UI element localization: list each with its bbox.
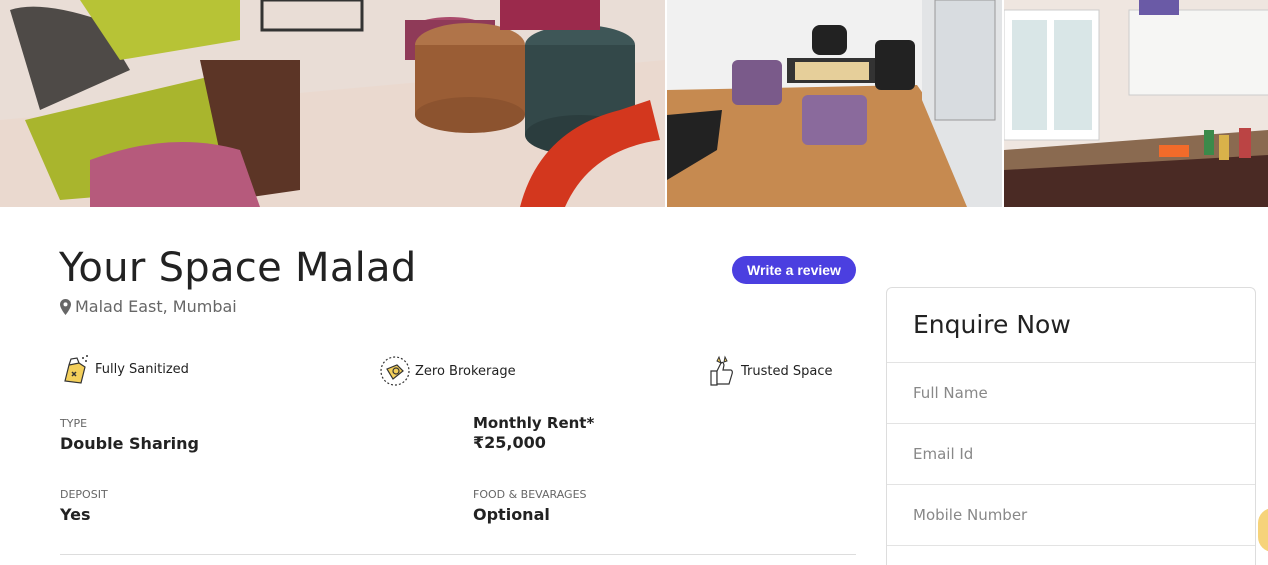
email-field-wrap	[887, 424, 1255, 485]
feature-label: Fully Sanitized	[95, 361, 189, 377]
feature-label: Trusted Space	[741, 363, 833, 379]
feature-label: Zero Brokerage	[415, 363, 516, 379]
page-title: Your Space Malad	[59, 245, 417, 291]
mobile-field-wrap	[887, 485, 1255, 546]
chat-widget-button[interactable]	[1258, 508, 1268, 552]
location-text: Malad East, Mumbai	[75, 297, 237, 316]
kitchen-photo[interactable]	[1004, 0, 1268, 207]
mobile-input[interactable]	[913, 506, 1255, 524]
zero-brokerage-icon	[380, 356, 410, 386]
enquire-title: Enquire Now	[887, 288, 1255, 363]
write-review-button[interactable]: Write a review	[732, 256, 856, 284]
map-pin-icon	[60, 298, 71, 315]
game-room-photo[interactable]	[667, 0, 1002, 207]
feature-trusted-space: Trusted Space	[705, 355, 832, 387]
feature-zero-brokerage: Zero Brokerage	[379, 355, 516, 387]
food-value: Optional	[473, 505, 550, 524]
divider	[60, 554, 856, 555]
enquire-form: Enquire Now	[886, 287, 1256, 565]
food-label: FOOD & BEVARAGES	[473, 488, 587, 501]
lounge-photo[interactable]	[0, 0, 665, 207]
deposit-label: DEPOSIT	[60, 488, 108, 501]
location: Malad East, Mumbai	[60, 297, 237, 316]
photo-gallery	[0, 0, 1268, 207]
type-value: Double Sharing	[60, 434, 199, 453]
thumbs-up-icon	[710, 355, 733, 386]
deposit-value: Yes	[60, 505, 91, 524]
full-name-input[interactable]	[913, 384, 1255, 402]
email-input[interactable]	[913, 445, 1255, 463]
type-label: TYPE	[60, 417, 88, 430]
sanitizer-icon	[64, 355, 88, 384]
feature-fully-sanitized: Fully Sanitized	[59, 353, 189, 385]
rent-value: ₹25,000	[473, 433, 546, 452]
rent-label: Monthly Rent*	[473, 414, 595, 432]
full-name-field-wrap	[887, 363, 1255, 424]
